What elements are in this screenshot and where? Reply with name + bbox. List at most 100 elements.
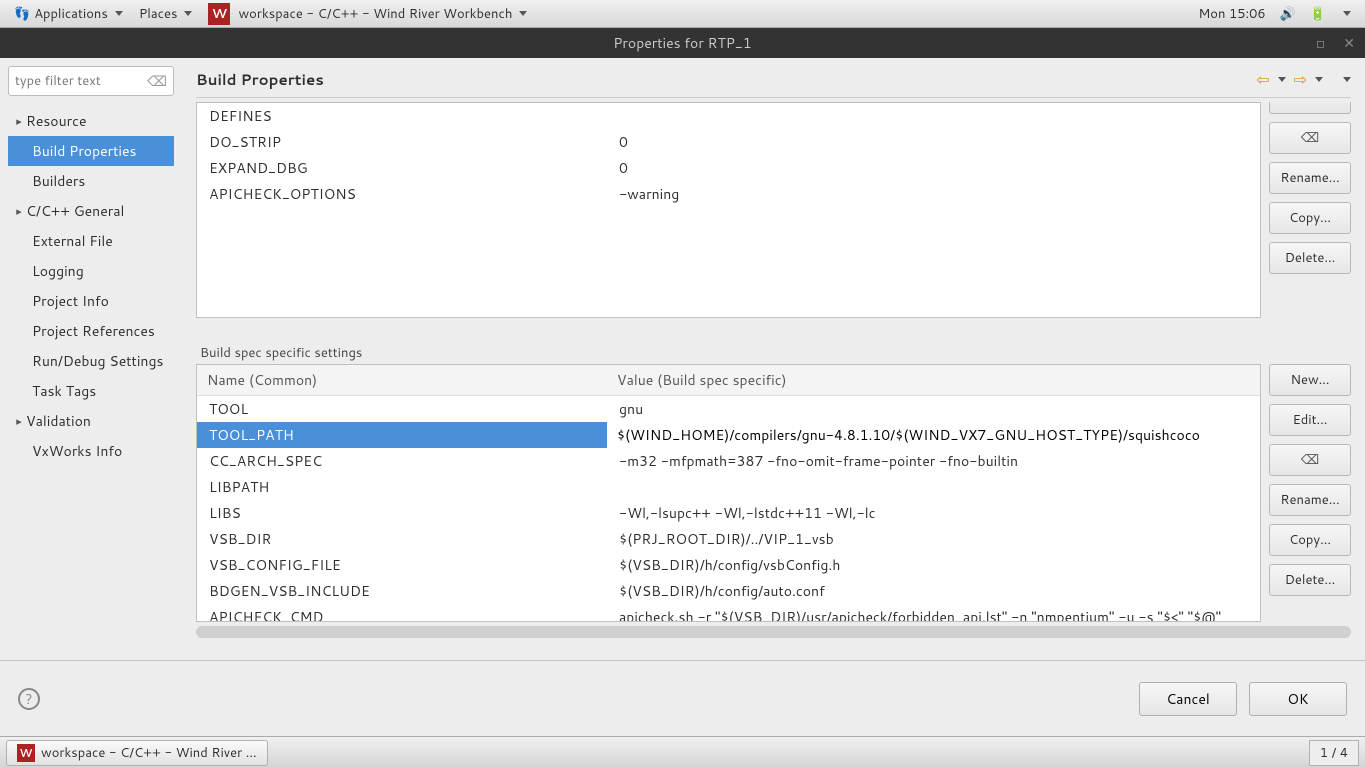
sidebar-item-external-file[interactable]: External File [8, 226, 174, 256]
sidebar-item-label: Run/Debug Settings [32, 351, 163, 371]
column-header-value[interactable]: Value (Build spec specific) [607, 365, 1260, 396]
cell-name: APICHECK_OPTIONS [197, 181, 607, 207]
taskbar-window-button[interactable]: W workspace - C/C++ - Wind River ... [6, 740, 268, 766]
edit-button-partial[interactable]: Edit... [1269, 102, 1351, 114]
sidebar-item-run-debug-settings[interactable]: Run/Debug Settings [8, 346, 174, 376]
dialog-footer: ? Cancel OK [0, 660, 1365, 736]
table-row[interactable]: DEFINES [197, 103, 1260, 129]
table-row[interactable]: CC_ARCH_SPEC-m32 -mfpmath=387 -fno-omit-… [197, 448, 1260, 474]
sidebar-item-label: Builders [32, 171, 85, 191]
places-label: Places [139, 5, 178, 23]
upper-button-column: Edit... ⌫ Rename... Copy... Delete... [1269, 102, 1351, 318]
maximize-icon[interactable]: ▫ [1316, 33, 1326, 53]
sidebar-item-label: External File [32, 231, 113, 251]
cell-value[interactable] [607, 422, 1260, 448]
chevron-down-icon[interactable] [1315, 77, 1323, 82]
sidebar-item-resource[interactable]: ▸Resource [8, 106, 174, 136]
table-row[interactable]: APICHECK_CMDapicheck.sh -r "$(VSB_DIR)/u… [197, 604, 1260, 622]
app-title-label: workspace - C/C++ - Wind River Workbench [238, 5, 512, 23]
chevron-down-icon[interactable] [1343, 11, 1351, 16]
sidebar-item-c-c-general[interactable]: ▸C/C++ General [8, 196, 174, 226]
workspace-pager[interactable]: 1 / 4 [1309, 740, 1359, 766]
table-row[interactable]: EXPAND_DBG0 [197, 155, 1260, 181]
cell-value: -Wl,-lsupc++ -Wl,-lstdc++11 -Wl,-lc [607, 500, 1260, 526]
table-row[interactable]: VSB_CONFIG_FILE$(VSB_DIR)/h/config/vsbCo… [197, 552, 1260, 578]
table-row[interactable]: DO_STRIP0 [197, 129, 1260, 155]
rename-button[interactable]: Rename... [1269, 162, 1351, 194]
cancel-button[interactable]: Cancel [1139, 682, 1237, 716]
workbench-icon: W [208, 3, 230, 25]
lower-table[interactable]: Name (Common) Value (Build spec specific… [196, 364, 1261, 622]
cell-name: DO_STRIP [197, 129, 607, 155]
eraser-icon: ⌫ [1301, 451, 1319, 469]
nav-forward-icon[interactable]: ⇨ [1292, 68, 1309, 91]
cell-value: gnu [607, 396, 1260, 423]
sidebar-item-builders[interactable]: Builders [8, 166, 174, 196]
horizontal-scrollbar[interactable] [196, 626, 1351, 638]
table-row[interactable]: LIBPATH [197, 474, 1260, 500]
clear-filter-icon[interactable]: ⌫ [147, 71, 167, 91]
chevron-down-icon[interactable] [1278, 77, 1286, 82]
cell-name: TOOL_PATH [197, 422, 607, 448]
column-header-name[interactable]: Name (Common) [197, 365, 607, 396]
page-title: Build Properties [196, 69, 324, 90]
battery-icon[interactable]: 🔋 [1310, 5, 1326, 23]
sidebar-item-logging[interactable]: Logging [8, 256, 174, 286]
window-title: Properties for RTP_1 [613, 33, 751, 53]
table-row[interactable]: APICHECK_OPTIONS-warning [197, 181, 1260, 207]
sidebar-item-project-references[interactable]: Project References [8, 316, 174, 346]
cell-name: BDGEN_VSB_INCLUDE [197, 578, 607, 604]
close-icon[interactable]: ✕ [1343, 33, 1355, 53]
sidebar-item-label: Project Info [32, 291, 109, 311]
sidebar-item-build-properties[interactable]: Build Properties [8, 136, 174, 166]
system-tray: Mon 15:06 🔊 🔋 [1198, 5, 1359, 23]
eraser-button[interactable]: ⌫ [1269, 122, 1351, 154]
places-menu[interactable]: Places [131, 0, 201, 27]
sidebar-item-project-info[interactable]: Project Info [8, 286, 174, 316]
window-title-bar: Properties for RTP_1 ▫ ✕ [0, 28, 1365, 58]
cell-name: LIBPATH [197, 474, 607, 500]
sidebar-item-task-tags[interactable]: Task Tags [8, 376, 174, 406]
table-row[interactable]: LIBS -Wl,-lsupc++ -Wl,-lstdc++11 -Wl,-lc [197, 500, 1260, 526]
delete-button[interactable]: Delete... [1269, 242, 1351, 274]
cell-value: $(VSB_DIR)/h/config/auto.conf [607, 578, 1260, 604]
sidebar-item-label: Resource [26, 111, 86, 131]
sidebar-item-label: C/C++ General [26, 201, 124, 221]
cell-value: -m32 -mfpmath=387 -fno-omit-frame-pointe… [607, 448, 1260, 474]
cell-value [607, 103, 1260, 129]
copy-button[interactable]: Copy... [1269, 202, 1351, 234]
app-title-button[interactable]: W workspace - C/C++ - Wind River Workben… [200, 0, 535, 27]
delete-button[interactable]: Delete... [1269, 564, 1351, 596]
content-header: Build Properties ⇦ ⇨ [196, 68, 1351, 98]
category-tree: ▸ResourceBuild PropertiesBuilders▸C/C++ … [8, 106, 174, 466]
applications-menu[interactable]: 👣 Applications [6, 0, 131, 27]
new-button[interactable]: New... [1269, 364, 1351, 396]
eraser-button[interactable]: ⌫ [1269, 444, 1351, 476]
table-row[interactable]: VSB_DIR$(PRJ_ROOT_DIR)/../VIP_1_vsb [197, 526, 1260, 552]
table-row[interactable]: TOOL_PATH [197, 422, 1260, 448]
sidebar-item-label: Logging [32, 261, 84, 281]
view-menu-icon[interactable] [1343, 77, 1351, 82]
sidebar-item-label: VxWorks Info [32, 441, 122, 461]
sidebar-item-vxworks-info[interactable]: VxWorks Info [8, 436, 174, 466]
chevron-down-icon [115, 11, 123, 16]
cell-value: $(VSB_DIR)/h/config/vsbConfig.h [607, 552, 1260, 578]
help-icon[interactable]: ? [18, 688, 40, 710]
sidebar-item-validation[interactable]: ▸Validation [8, 406, 174, 436]
filter-input-wrap: ⌫ [8, 66, 174, 96]
sidebar-item-label: Project References [32, 321, 155, 341]
disclosure-arrow-icon: ▸ [12, 413, 26, 429]
ok-button[interactable]: OK [1249, 682, 1347, 716]
upper-table[interactable]: DEFINESDO_STRIP0EXPAND_DBG0APICHECK_OPTI… [196, 102, 1261, 318]
volume-icon[interactable]: 🔊 [1280, 5, 1296, 23]
sidebar-item-label: Build Properties [32, 141, 137, 161]
chevron-down-icon [519, 11, 527, 16]
filter-input[interactable] [15, 72, 147, 90]
copy-button[interactable]: Copy... [1269, 524, 1351, 556]
edit-button[interactable]: Edit... [1269, 404, 1351, 436]
nav-back-icon[interactable]: ⇦ [1254, 68, 1271, 91]
rename-button[interactable]: Rename... [1269, 484, 1351, 516]
table-row[interactable]: BDGEN_VSB_INCLUDE$(VSB_DIR)/h/config/aut… [197, 578, 1260, 604]
value-edit-input[interactable] [613, 425, 1254, 445]
table-row[interactable]: TOOLgnu [197, 396, 1260, 423]
